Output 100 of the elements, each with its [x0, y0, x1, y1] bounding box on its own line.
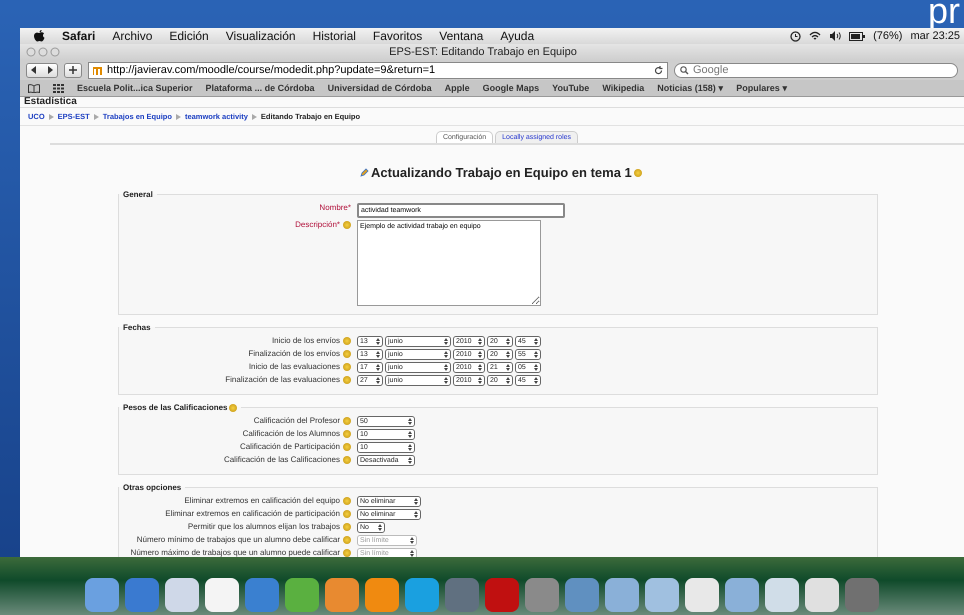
menu-item[interactable]: Edición [169, 29, 209, 43]
menu-item[interactable]: Favoritos [372, 29, 422, 43]
menu-item[interactable]: Visualización [226, 29, 296, 43]
menu-item[interactable]: Historial [312, 29, 356, 43]
help-icon[interactable] [343, 456, 351, 464]
select-arrows-icon [376, 364, 380, 371]
select-arrows-icon [478, 338, 482, 345]
dock-app-icon[interactable] [365, 578, 399, 612]
field-label: Número máximo de trabajos que un alumno puede calificar [130, 548, 340, 557]
dock-app-icon[interactable] [685, 578, 719, 612]
help-icon[interactable] [343, 350, 351, 358]
help-icon[interactable] [343, 220, 351, 228]
dock-app-icon[interactable] [285, 578, 319, 612]
dock-app-icon[interactable] [805, 578, 839, 612]
help-icon[interactable] [343, 442, 351, 450]
battery-percent: (76%) [873, 30, 902, 42]
help-icon[interactable] [343, 496, 351, 504]
plus-icon [69, 66, 77, 74]
search-icon [680, 66, 690, 74]
field-label: Eliminar extremos en calificación del equipo [184, 496, 340, 505]
help-icon[interactable] [343, 416, 351, 424]
site-logo-icon [93, 66, 104, 74]
dock-app-icon[interactable] [325, 578, 359, 612]
bookmark-link[interactable]: Wikipedia [602, 83, 644, 93]
page-title: Actualizando Trabajo en Equipo en tema 1 [371, 165, 632, 180]
field-label: Inicio de las evaluaciones [248, 362, 340, 371]
bookmark-link[interactable]: Universidad de Córdoba [328, 83, 432, 93]
select-arrows-icon [376, 351, 380, 358]
select-arrows-icon [534, 338, 538, 345]
select-arrows-icon [444, 364, 448, 371]
select-arrows-icon [410, 550, 414, 557]
help-icon[interactable] [343, 336, 351, 344]
address-field[interactable]: http://javierav.com/moodle/course/modedit.php?update=9&return=1 [88, 62, 668, 78]
menu-item[interactable]: Safari [62, 29, 96, 43]
bookmark-link[interactable]: Escuela Polit...ica Superior [77, 83, 193, 93]
battery-icon[interactable] [849, 32, 866, 40]
reload-icon[interactable] [654, 66, 663, 74]
section-title: Pesos de las Calificaciones [123, 403, 228, 412]
select-arrows-icon [410, 537, 414, 544]
clock-icon[interactable] [790, 30, 802, 42]
menu-item[interactable]: Ayuda [500, 29, 534, 43]
separator-icon [48, 114, 54, 120]
select-arrows-icon [478, 364, 482, 371]
help-icon[interactable] [634, 168, 642, 176]
dock-app-icon[interactable] [85, 578, 119, 612]
menu-item[interactable]: Archivo [112, 29, 152, 43]
help-icon[interactable] [343, 522, 351, 530]
select-arrows-icon [414, 498, 418, 505]
dock-app-icon[interactable] [405, 578, 439, 612]
menu-item[interactable]: Ventana [439, 29, 484, 43]
bookmark-link[interactable]: Apple [444, 83, 470, 93]
help-icon[interactable] [343, 430, 351, 438]
select-arrows-icon [376, 338, 380, 345]
field-label: Permitir que los alumnos elijan los trabajos [188, 522, 340, 531]
dock-app-icon[interactable] [165, 578, 199, 612]
select-arrows-icon [444, 338, 448, 345]
select-arrows-icon [408, 418, 412, 425]
separator-icon [252, 114, 257, 120]
page-heading: Estadística [20, 97, 964, 108]
bookmark-link[interactable]: YouTube [552, 83, 590, 93]
separator-icon [94, 114, 99, 120]
arrows-icon [31, 66, 53, 74]
back-forward-button[interactable] [26, 62, 58, 78]
help-icon[interactable] [228, 404, 236, 412]
apple-logo-icon[interactable] [34, 30, 45, 42]
select-arrows-icon [534, 364, 538, 371]
select-arrows-icon [408, 431, 412, 438]
select-arrows-icon [534, 351, 538, 358]
section-title: General [123, 190, 153, 199]
bookmark-link[interactable]: Google Maps [482, 83, 540, 93]
help-icon[interactable] [343, 362, 351, 370]
select-arrows-icon [408, 444, 412, 451]
dock-app-icon[interactable] [205, 578, 239, 612]
field-label: Nombre* [319, 203, 351, 212]
add-bookmark-button[interactable] [64, 62, 82, 78]
bookmark-link[interactable]: Noticias (158) ▾ [657, 83, 724, 93]
select-arrows-icon [444, 351, 448, 358]
field-label: Eliminar extremos en calificación de participación [165, 509, 340, 518]
dock-app-icon[interactable] [605, 578, 639, 612]
help-icon[interactable] [343, 376, 351, 384]
bookmark-link[interactable]: Plataforma ... de Córdoba [206, 83, 315, 93]
wifi-icon[interactable] [809, 31, 822, 41]
bookmark-link[interactable]: Populares ▾ [736, 83, 788, 93]
book-icon[interactable] [28, 84, 40, 92]
menu-clock[interactable]: mar 23:25 [910, 30, 960, 42]
select-arrows-icon [506, 351, 510, 358]
dock-app-icon[interactable] [725, 578, 759, 612]
help-icon[interactable] [343, 510, 351, 518]
select-arrows-icon [478, 351, 482, 358]
select-arrows-icon [444, 377, 448, 384]
select-arrows-icon [414, 511, 418, 518]
select-arrows-icon [378, 524, 382, 531]
dock-app-icon[interactable] [645, 578, 679, 612]
grid-icon[interactable] [53, 84, 64, 92]
separator-icon [176, 114, 181, 120]
volume-icon[interactable] [829, 31, 842, 41]
field-label: Calificación de los Alumnos [242, 429, 340, 438]
window-buttons-icon[interactable] [26, 47, 62, 57]
search-field[interactable]: Google [674, 62, 958, 78]
dock-app-icon[interactable] [765, 578, 799, 612]
